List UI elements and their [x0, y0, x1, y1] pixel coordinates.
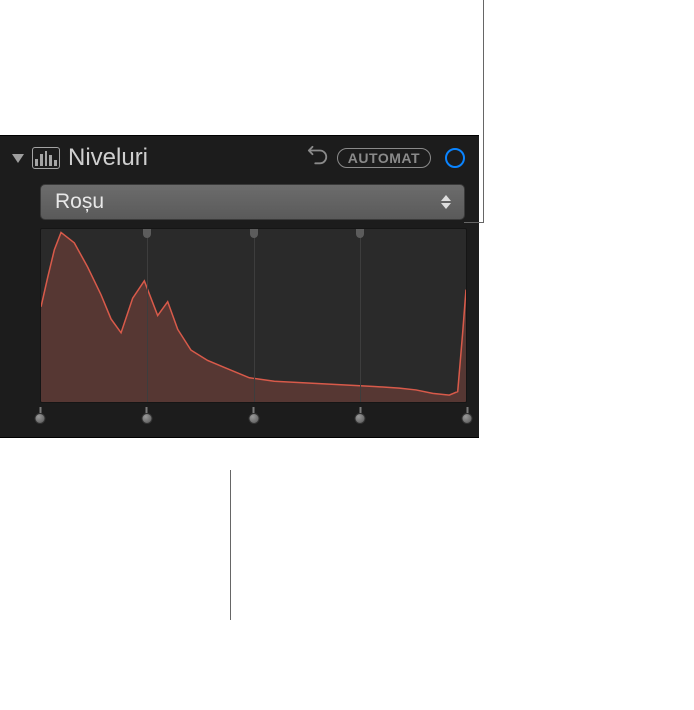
- callout-line: [464, 222, 484, 223]
- channel-dropdown-label: Roșu: [55, 190, 436, 214]
- panel-title: Niveluri: [68, 144, 299, 172]
- grid-line: [147, 229, 148, 402]
- callout-line: [483, 0, 484, 223]
- top-handle[interactable]: [143, 228, 151, 238]
- grid-line: [254, 229, 255, 402]
- levels-slider-handle[interactable]: [141, 407, 152, 424]
- panel-header: Niveluri AUTOMAT: [0, 136, 479, 180]
- levels-slider-handle[interactable]: [462, 407, 473, 424]
- levels-slider-handle[interactable]: [35, 407, 46, 424]
- channel-dropdown[interactable]: Roșu: [40, 184, 465, 220]
- histogram: [40, 228, 467, 403]
- bottom-handle-track: [40, 407, 467, 425]
- top-handle[interactable]: [356, 228, 364, 238]
- histogram-container: [40, 228, 467, 425]
- levels-panel: Niveluri AUTOMAT Roșu: [0, 135, 479, 438]
- disclosure-triangle-icon[interactable]: [12, 154, 24, 163]
- levels-icon: [32, 147, 60, 169]
- levels-slider-handle[interactable]: [248, 407, 259, 424]
- callout-line: [230, 470, 231, 620]
- grid-line: [360, 229, 361, 402]
- undo-icon[interactable]: [307, 145, 329, 172]
- stepper-arrows-icon: [436, 195, 456, 209]
- top-handle[interactable]: [250, 228, 258, 238]
- auto-button[interactable]: AUTOMAT: [337, 148, 431, 168]
- enable-toggle[interactable]: [445, 148, 465, 168]
- levels-slider-handle[interactable]: [355, 407, 366, 424]
